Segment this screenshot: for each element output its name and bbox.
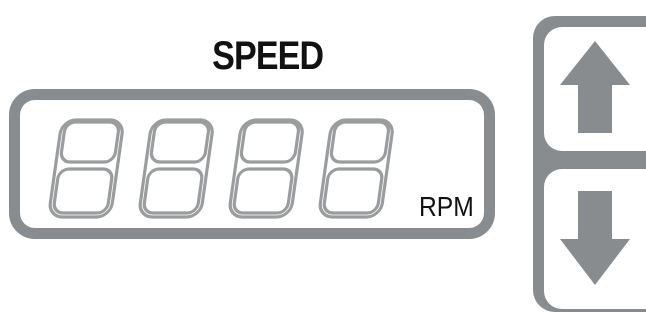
digit-group: [20, 100, 484, 228]
arrow-up-icon: [560, 41, 630, 133]
digit-2: [138, 118, 214, 219]
speed-down-button[interactable]: [544, 169, 646, 309]
seven-segment-digits: [48, 118, 394, 219]
speed-title: SPEED: [212, 34, 324, 78]
digit-3: [228, 118, 304, 219]
speed-display: RPM: [9, 89, 495, 239]
speed-up-button[interactable]: [544, 27, 646, 151]
rpm-unit-label: RPM: [419, 191, 474, 222]
arrow-down-icon: [560, 191, 630, 285]
digit-4: [318, 118, 394, 219]
speed-adjust-panel: [533, 16, 646, 312]
digit-1: [48, 118, 124, 219]
